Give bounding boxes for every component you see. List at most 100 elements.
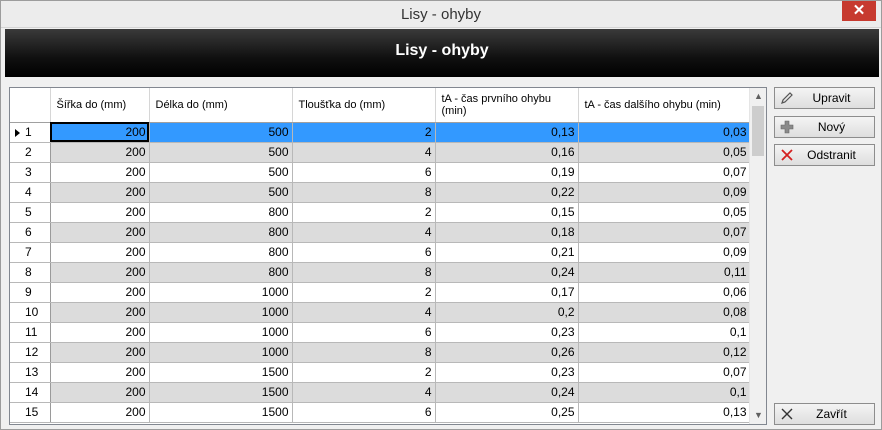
table-row[interactable]: 9 200 1000 2 0,17 0,06 — [10, 282, 751, 303]
cell-first-bend-time[interactable]: 0,26 — [435, 342, 579, 363]
cell-length[interactable]: 500 — [149, 142, 293, 163]
cell-length[interactable]: 1000 — [149, 342, 293, 363]
cell-length[interactable]: 800 — [149, 262, 293, 283]
cell-width[interactable]: 200 — [50, 202, 150, 223]
vertical-scrollbar[interactable]: ▲ ▼ — [749, 88, 766, 424]
cell-next-bend-time[interactable]: 0,12 — [578, 342, 751, 363]
cell-first-bend-time[interactable]: 0,18 — [435, 222, 579, 243]
table-row[interactable]: 15 200 1500 6 0,25 0,13 — [10, 402, 751, 423]
scroll-up-icon[interactable]: ▲ — [750, 88, 766, 105]
row-header-cell[interactable]: 11 — [10, 322, 51, 343]
cell-next-bend-time[interactable]: 0,07 — [578, 222, 751, 243]
row-header-cell[interactable]: 12 — [10, 342, 51, 363]
data-grid[interactable]: Šířka do (mm) Délka do (mm) Tloušťka do … — [9, 87, 767, 425]
row-header-cell[interactable]: 14 — [10, 382, 51, 403]
cell-first-bend-time[interactable]: 0,23 — [435, 322, 579, 343]
close-button[interactable]: Zavřít — [774, 403, 875, 425]
scroll-down-icon[interactable]: ▼ — [750, 407, 766, 424]
cell-length[interactable]: 1500 — [149, 362, 293, 383]
table-row[interactable]: 12 200 1000 8 0,26 0,12 — [10, 342, 751, 363]
row-header-cell[interactable]: 1 — [10, 122, 51, 143]
title-bar[interactable]: Lisy - ohyby ✕ — [1, 1, 881, 28]
cell-next-bend-time[interactable]: 0,09 — [578, 182, 751, 203]
cell-thickness[interactable]: 2 — [292, 362, 436, 383]
cell-thickness[interactable]: 4 — [292, 142, 436, 163]
column-header-first-bend-time[interactable]: tA - čas prvního ohybu (min) — [435, 88, 579, 123]
cell-width[interactable]: 200 — [50, 142, 150, 163]
edit-button[interactable]: Upravit — [774, 87, 875, 109]
cell-thickness[interactable]: 4 — [292, 302, 436, 323]
cell-thickness[interactable]: 8 — [292, 182, 436, 203]
cell-next-bend-time[interactable]: 0,08 — [578, 302, 751, 323]
cell-first-bend-time[interactable]: 0,15 — [435, 202, 579, 223]
cell-first-bend-time[interactable]: 0,21 — [435, 242, 579, 263]
cell-thickness[interactable]: 4 — [292, 222, 436, 243]
cell-length[interactable]: 1500 — [149, 402, 293, 423]
cell-next-bend-time[interactable]: 0,11 — [578, 262, 751, 283]
cell-next-bend-time[interactable]: 0,03 — [578, 122, 751, 143]
table-row[interactable]: 6 200 800 4 0,18 0,07 — [10, 222, 751, 243]
cell-first-bend-time[interactable]: 0,24 — [435, 262, 579, 283]
table-row[interactable]: 7 200 800 6 0,21 0,09 — [10, 242, 751, 263]
cell-next-bend-time[interactable]: 0,1 — [578, 382, 751, 403]
cell-width[interactable]: 200 — [50, 402, 150, 423]
table-row[interactable]: 3 200 500 6 0,19 0,07 — [10, 162, 751, 183]
cell-width[interactable]: 200 — [50, 382, 150, 403]
cell-next-bend-time[interactable]: 0,07 — [578, 362, 751, 383]
cell-width[interactable]: 200 — [50, 242, 150, 263]
table-row[interactable]: 8 200 800 8 0,24 0,11 — [10, 262, 751, 283]
row-header-cell[interactable]: 6 — [10, 222, 51, 243]
table-row[interactable]: 2 200 500 4 0,16 0,05 — [10, 142, 751, 163]
cell-length[interactable]: 800 — [149, 222, 293, 243]
cell-length[interactable]: 500 — [149, 162, 293, 183]
table-row[interactable]: 5 200 800 2 0,15 0,05 — [10, 202, 751, 223]
cell-first-bend-time[interactable]: 0,19 — [435, 162, 579, 183]
cell-length[interactable]: 500 — [149, 182, 293, 203]
table-row[interactable]: 11 200 1000 6 0,23 0,1 — [10, 322, 751, 343]
cell-width[interactable]: 200 — [50, 282, 150, 303]
cell-thickness[interactable]: 8 — [292, 342, 436, 363]
table-row[interactable]: 1 200 500 2 0,13 0,03 — [10, 122, 751, 143]
cell-next-bend-time[interactable]: 0,05 — [578, 142, 751, 163]
cell-width[interactable]: 200 — [50, 342, 150, 363]
cell-width[interactable]: 200 — [50, 182, 150, 203]
column-header-width[interactable]: Šířka do (mm) — [50, 88, 150, 123]
cell-thickness[interactable]: 2 — [292, 282, 436, 303]
table-row[interactable]: 4 200 500 8 0,22 0,09 — [10, 182, 751, 203]
cell-next-bend-time[interactable]: 0,06 — [578, 282, 751, 303]
cell-width[interactable]: 200 — [50, 322, 150, 343]
row-header-cell[interactable]: 9 — [10, 282, 51, 303]
cell-first-bend-time[interactable]: 0,13 — [435, 122, 579, 143]
row-header-cell[interactable]: 4 — [10, 182, 51, 203]
cell-first-bend-time[interactable]: 0,24 — [435, 382, 579, 403]
cell-next-bend-time[interactable]: 0,1 — [578, 322, 751, 343]
row-header-cell[interactable]: 8 — [10, 262, 51, 283]
cell-thickness[interactable]: 2 — [292, 202, 436, 223]
column-header-length[interactable]: Délka do (mm) — [149, 88, 293, 123]
cell-next-bend-time[interactable]: 0,13 — [578, 402, 751, 423]
cell-thickness[interactable]: 6 — [292, 162, 436, 183]
new-button[interactable]: Nový — [774, 116, 875, 138]
column-header-next-bend-time[interactable]: tA - čas dalšího ohybu (min) — [578, 88, 751, 123]
cell-thickness[interactable]: 4 — [292, 382, 436, 403]
cell-next-bend-time[interactable]: 0,05 — [578, 202, 751, 223]
row-header-cell[interactable]: 2 — [10, 142, 51, 163]
cell-width[interactable]: 200 — [50, 122, 150, 143]
cell-width[interactable]: 200 — [50, 222, 150, 243]
cell-next-bend-time[interactable]: 0,09 — [578, 242, 751, 263]
cell-thickness[interactable]: 8 — [292, 262, 436, 283]
cell-thickness[interactable]: 6 — [292, 402, 436, 423]
row-header-cell[interactable]: 3 — [10, 162, 51, 183]
cell-first-bend-time[interactable]: 0,25 — [435, 402, 579, 423]
table-row[interactable]: 10 200 1000 4 0,2 0,08 — [10, 302, 751, 323]
cell-first-bend-time[interactable]: 0,2 — [435, 302, 579, 323]
cell-length[interactable]: 1000 — [149, 302, 293, 323]
cell-length[interactable]: 800 — [149, 202, 293, 223]
table-row[interactable]: 13 200 1500 2 0,23 0,07 — [10, 362, 751, 383]
window-close-button[interactable]: ✕ — [842, 1, 876, 21]
cell-length[interactable]: 1500 — [149, 382, 293, 403]
row-header-cell[interactable]: 10 — [10, 302, 51, 323]
cell-width[interactable]: 200 — [50, 162, 150, 183]
column-header-thickness[interactable]: Tloušťka do (mm) — [292, 88, 436, 123]
corner-header-cell[interactable] — [10, 88, 51, 123]
